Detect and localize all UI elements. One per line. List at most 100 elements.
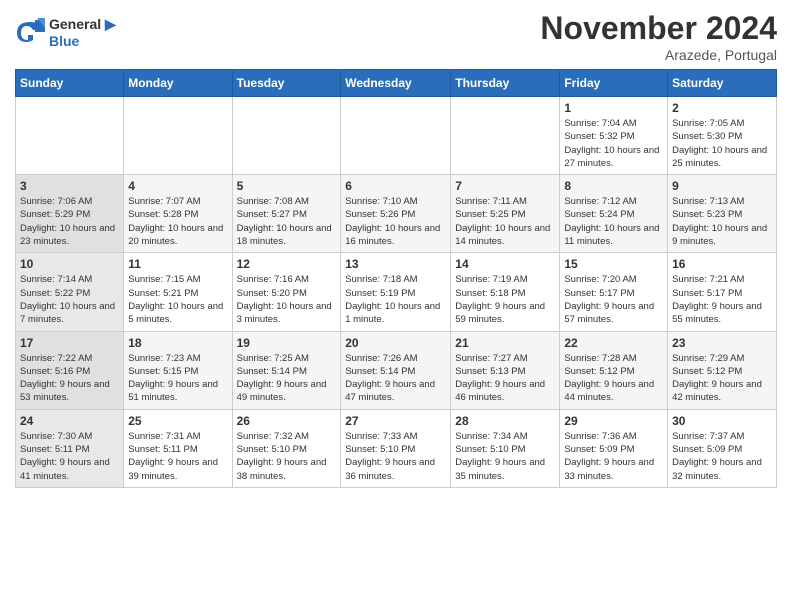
calendar-day-cell: 20 Sunrise: 7:26 AM Sunset: 5:14 PM Dayli… [341, 331, 451, 409]
calendar-day-cell: 19 Sunrise: 7:25 AM Sunset: 5:14 PM Dayli… [232, 331, 341, 409]
day-number: 5 [237, 179, 337, 193]
day-info: Sunrise: 7:29 AM Sunset: 5:12 PM Dayligh… [672, 352, 772, 405]
day-number: 7 [455, 179, 555, 193]
day-info: Sunrise: 7:05 AM Sunset: 5:30 PM Dayligh… [672, 117, 772, 170]
calendar-day-cell: 10Sunrise: 7:14 AM Sunset: 5:22 PM Dayli… [16, 253, 124, 331]
calendar-day-cell: 17 Sunrise: 7:22 AM Sunset: 5:16 PM Dayli… [16, 331, 124, 409]
day-info: Sunrise: 7:37 AM Sunset: 5:09 PM Dayligh… [672, 430, 772, 483]
calendar-week-row: 10Sunrise: 7:14 AM Sunset: 5:22 PM Dayli… [16, 253, 777, 331]
day-number: 8 [564, 179, 663, 193]
day-of-week-header: Wednesday [341, 70, 451, 97]
day-number: 3 [20, 179, 119, 193]
day-info: Sunrise: 7:32 AM Sunset: 5:10 PM Dayligh… [237, 430, 337, 483]
day-number: 16 [672, 257, 772, 271]
calendar-day-cell: 11 Sunrise: 7:15 AM Sunset: 5:21 PM Dayli… [124, 253, 232, 331]
day-number: 6 [345, 179, 446, 193]
day-info: Sunrise: 7:33 AM Sunset: 5:10 PM Dayligh… [345, 430, 446, 483]
day-number: 28 [455, 414, 555, 428]
calendar-day-cell: 28 Sunrise: 7:34 AM Sunset: 5:10 PM Dayli… [451, 409, 560, 487]
calendar-day-cell: 30 Sunrise: 7:37 AM Sunset: 5:09 PM Dayli… [668, 409, 777, 487]
location: Arazede, Portugal [540, 47, 777, 63]
day-info: Sunrise: 7:21 AM Sunset: 5:17 PM Dayligh… [672, 273, 772, 326]
calendar-day-cell: 24 Sunrise: 7:30 AM Sunset: 5:11 PM Dayli… [16, 409, 124, 487]
day-number: 23 [672, 336, 772, 350]
calendar-day-cell [124, 97, 232, 175]
calendar-day-cell: 9 Sunrise: 7:13 AM Sunset: 5:23 PM Daylig… [668, 175, 777, 253]
calendar-week-row: 17 Sunrise: 7:22 AM Sunset: 5:16 PM Dayli… [16, 331, 777, 409]
day-info: Sunrise: 7:18 AM Sunset: 5:19 PM Dayligh… [345, 273, 446, 326]
day-info: Sunrise: 7:25 AM Sunset: 5:14 PM Dayligh… [237, 352, 337, 405]
day-info: Sunrise: 7:27 AM Sunset: 5:13 PM Dayligh… [455, 352, 555, 405]
day-info: Sunrise: 7:19 AM Sunset: 5:18 PM Dayligh… [455, 273, 555, 326]
day-number: 14 [455, 257, 555, 271]
calendar-day-cell: 12Sunrise: 7:16 AM Sunset: 5:20 PM Dayli… [232, 253, 341, 331]
day-info: Sunrise: 7:06 AM Sunset: 5:29 PM Dayligh… [20, 195, 119, 248]
logo-icon [15, 18, 45, 48]
day-number: 30 [672, 414, 772, 428]
day-info: Sunrise: 7:15 AM Sunset: 5:21 PM Dayligh… [128, 273, 227, 326]
calendar-week-row: 24 Sunrise: 7:30 AM Sunset: 5:11 PM Dayli… [16, 409, 777, 487]
day-number: 1 [564, 101, 663, 115]
day-info: Sunrise: 7:13 AM Sunset: 5:23 PM Dayligh… [672, 195, 772, 248]
calendar-day-cell: 23 Sunrise: 7:29 AM Sunset: 5:12 PM Dayli… [668, 331, 777, 409]
day-info: Sunrise: 7:23 AM Sunset: 5:15 PM Dayligh… [128, 352, 227, 405]
page-header: General ▶ Blue November 2024 Arazede, Po… [15, 10, 777, 63]
day-number: 4 [128, 179, 227, 193]
logo: General ▶ Blue [15, 16, 116, 50]
day-number: 24 [20, 414, 119, 428]
day-info: Sunrise: 7:08 AM Sunset: 5:27 PM Dayligh… [237, 195, 337, 248]
day-info: Sunrise: 7:20 AM Sunset: 5:17 PM Dayligh… [564, 273, 663, 326]
calendar-day-cell: 8Sunrise: 7:12 AM Sunset: 5:24 PM Daylig… [560, 175, 668, 253]
day-number: 25 [128, 414, 227, 428]
calendar-day-cell: 2 Sunrise: 7:05 AM Sunset: 5:30 PM Daylig… [668, 97, 777, 175]
calendar-week-row: 3 Sunrise: 7:06 AM Sunset: 5:29 PM Daylig… [16, 175, 777, 253]
day-of-week-header: Monday [124, 70, 232, 97]
logo-text: General ▶ Blue [49, 16, 116, 50]
day-info: Sunrise: 7:26 AM Sunset: 5:14 PM Dayligh… [345, 352, 446, 405]
day-number: 13 [345, 257, 446, 271]
day-info: Sunrise: 7:22 AM Sunset: 5:16 PM Dayligh… [20, 352, 119, 405]
day-info: Sunrise: 7:11 AM Sunset: 5:25 PM Dayligh… [455, 195, 555, 248]
calendar-day-cell: 26 Sunrise: 7:32 AM Sunset: 5:10 PM Dayli… [232, 409, 341, 487]
day-number: 15 [564, 257, 663, 271]
calendar-week-row: 1 Sunrise: 7:04 AM Sunset: 5:32 PM Daylig… [16, 97, 777, 175]
calendar-day-cell: 25Sunrise: 7:31 AM Sunset: 5:11 PM Dayli… [124, 409, 232, 487]
day-number: 18 [128, 336, 227, 350]
calendar-day-cell [341, 97, 451, 175]
day-number: 10 [20, 257, 119, 271]
calendar-day-cell [451, 97, 560, 175]
day-number: 21 [455, 336, 555, 350]
day-of-week-header: Friday [560, 70, 668, 97]
title-block: November 2024 Arazede, Portugal [540, 10, 777, 63]
calendar-day-cell: 27 Sunrise: 7:33 AM Sunset: 5:10 PM Dayli… [341, 409, 451, 487]
day-number: 19 [237, 336, 337, 350]
day-number: 2 [672, 101, 772, 115]
day-number: 17 [20, 336, 119, 350]
calendar-day-cell: 22Sunrise: 7:28 AM Sunset: 5:12 PM Dayli… [560, 331, 668, 409]
day-info: Sunrise: 7:34 AM Sunset: 5:10 PM Dayligh… [455, 430, 555, 483]
day-number: 9 [672, 179, 772, 193]
day-number: 26 [237, 414, 337, 428]
calendar-day-cell: 15 Sunrise: 7:20 AM Sunset: 5:17 PM Dayli… [560, 253, 668, 331]
calendar-day-cell: 13 Sunrise: 7:18 AM Sunset: 5:19 PM Dayli… [341, 253, 451, 331]
calendar-day-cell: 4Sunrise: 7:07 AM Sunset: 5:28 PM Daylig… [124, 175, 232, 253]
month-title: November 2024 [540, 10, 777, 47]
day-number: 20 [345, 336, 446, 350]
calendar-day-cell: 29 Sunrise: 7:36 AM Sunset: 5:09 PM Dayli… [560, 409, 668, 487]
day-info: Sunrise: 7:04 AM Sunset: 5:32 PM Dayligh… [564, 117, 663, 170]
day-of-week-header: Sunday [16, 70, 124, 97]
day-number: 27 [345, 414, 446, 428]
day-info: Sunrise: 7:16 AM Sunset: 5:20 PM Dayligh… [237, 273, 337, 326]
day-info: Sunrise: 7:28 AM Sunset: 5:12 PM Dayligh… [564, 352, 663, 405]
day-of-week-header: Saturday [668, 70, 777, 97]
day-info: Sunrise: 7:36 AM Sunset: 5:09 PM Dayligh… [564, 430, 663, 483]
day-number: 29 [564, 414, 663, 428]
day-info: Sunrise: 7:30 AM Sunset: 5:11 PM Dayligh… [20, 430, 119, 483]
calendar: SundayMondayTuesdayWednesdayThursdayFrid… [15, 69, 777, 488]
day-of-week-header: Thursday [451, 70, 560, 97]
day-of-week-header: Tuesday [232, 70, 341, 97]
day-number: 11 [128, 257, 227, 271]
calendar-day-cell: 14 Sunrise: 7:19 AM Sunset: 5:18 PM Dayli… [451, 253, 560, 331]
calendar-day-cell [16, 97, 124, 175]
calendar-day-cell: 7 Sunrise: 7:11 AM Sunset: 5:25 PM Daylig… [451, 175, 560, 253]
